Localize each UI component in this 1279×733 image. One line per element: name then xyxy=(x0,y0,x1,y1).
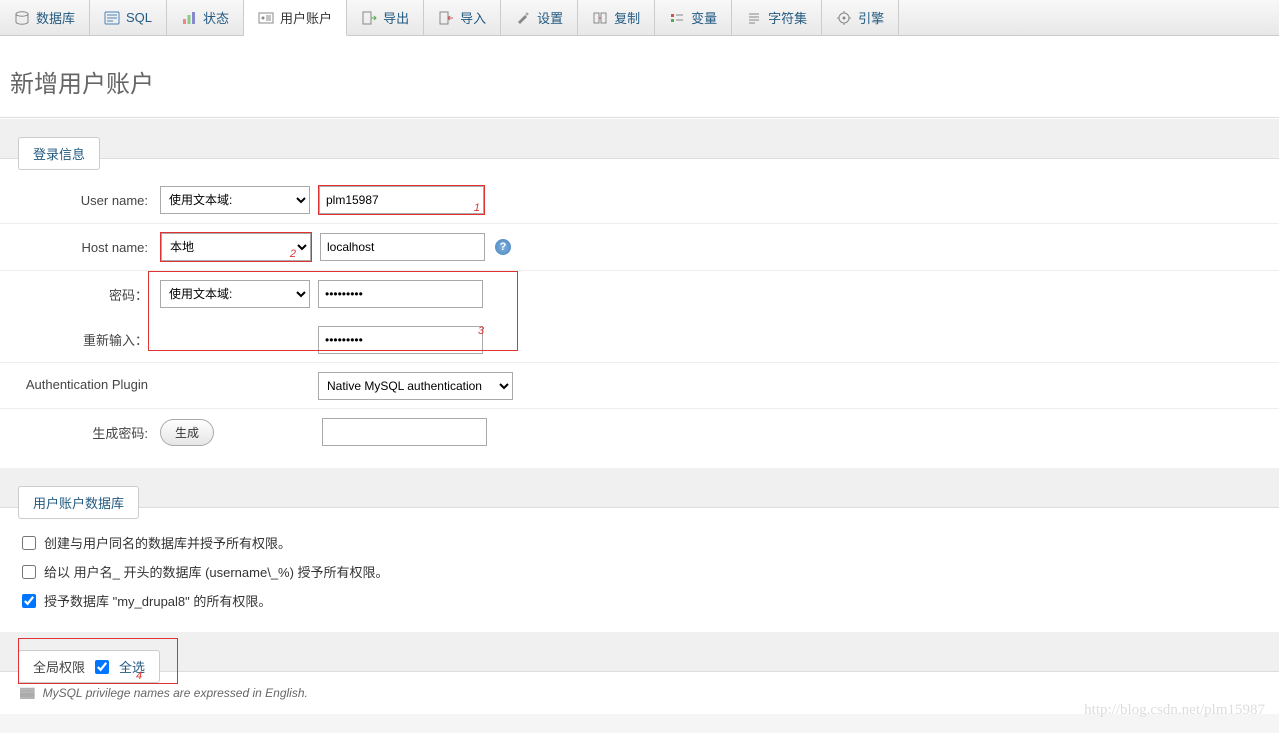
replication-icon xyxy=(592,10,608,26)
checkbox-specific-db[interactable] xyxy=(22,594,36,608)
tab-label: SQL xyxy=(126,10,152,25)
row-username: User name: 使用文本域: 1 xyxy=(0,177,1279,224)
label-retype: 重新输入： xyxy=(20,330,160,349)
tab-replication[interactable]: 复制 xyxy=(578,0,655,35)
tab-label: 设置 xyxy=(537,8,563,27)
tab-users[interactable]: 用户账户 xyxy=(244,0,347,36)
tab-label: 数据库 xyxy=(36,8,75,27)
tab-variables[interactable]: 变量 xyxy=(655,0,732,35)
user-icon xyxy=(258,10,274,26)
settings-icon xyxy=(515,10,531,26)
database-icon xyxy=(14,10,30,26)
checkbox-wildcard[interactable] xyxy=(22,565,36,579)
help-icon[interactable]: ? xyxy=(495,239,511,255)
tab-label: 字符集 xyxy=(768,8,807,27)
export-icon xyxy=(361,10,377,26)
login-legend: 登录信息 xyxy=(18,137,100,170)
annotation-3: 3 xyxy=(478,325,484,337)
tab-engines[interactable]: 引擎 xyxy=(822,0,899,35)
input-password[interactable] xyxy=(318,280,483,308)
checkbox-create-db[interactable] xyxy=(22,536,36,550)
tab-label: 变量 xyxy=(691,8,717,27)
checkbox-select-all[interactable] xyxy=(95,660,109,674)
tab-label: 导入 xyxy=(460,8,486,27)
tab-label: 导出 xyxy=(383,8,409,27)
top-tabs: 数据库 SQL 状态 用户账户 导出 导入 设置 xyxy=(0,0,1279,36)
select-authplugin[interactable]: Native MySQL authentication xyxy=(318,372,513,400)
watermark: http://blog.csdn.net/plm15987 xyxy=(1084,702,1265,719)
input-username[interactable] xyxy=(319,186,484,214)
tab-charsets[interactable]: 字符集 xyxy=(732,0,822,35)
tab-import[interactable]: 导入 xyxy=(424,0,501,35)
tab-settings[interactable]: 设置 xyxy=(501,0,578,35)
row-retype: 重新输入： xyxy=(0,317,1279,363)
annotation-1: 1 xyxy=(474,202,480,214)
select-username-mode[interactable]: 使用文本域: xyxy=(160,186,310,214)
row-hostname: Host name: 本地 2 ? xyxy=(0,224,1279,271)
check-row-specific-db: 授予数据库 "my_drupal8" 的所有权限。 xyxy=(22,586,1257,615)
global-priv-label: 全局权限 xyxy=(33,657,85,676)
annotation-4: 4 xyxy=(136,670,142,682)
check-row-create-db: 创建与用户同名的数据库并授予所有权限。 xyxy=(22,528,1257,557)
tab-database[interactable]: 数据库 xyxy=(0,0,90,35)
row-authplugin: Authentication Plugin Native MySQL authe… xyxy=(0,363,1279,409)
row-generate: 生成密码: 生成 xyxy=(0,409,1279,455)
check-row-wildcard: 给以 用户名_ 开头的数据库 (username\_%) 授予所有权限。 xyxy=(22,557,1257,586)
userdb-legend: 用户账户数据库 xyxy=(18,486,139,519)
label-authplugin: Authentication Plugin xyxy=(20,377,160,394)
variables-icon xyxy=(669,10,685,26)
userdb-fieldset: 用户账户数据库 创建与用户同名的数据库并授予所有权限。 给以 用户名_ 开头的数… xyxy=(0,467,1279,631)
page-title: 新增用户账户 xyxy=(0,36,1279,118)
tab-label: 用户账户 xyxy=(280,8,332,27)
privileges-note: MySQL privilege names are expressed in E… xyxy=(43,686,308,700)
row-password: 密码： 使用文本域: 3 xyxy=(0,271,1279,317)
import-icon xyxy=(438,10,454,26)
charset-icon xyxy=(746,10,762,26)
select-host-mode[interactable]: 本地 xyxy=(161,233,311,261)
label-username: User name: xyxy=(20,193,160,208)
check-label: 给以 用户名_ 开头的数据库 (username\_%) 授予所有权限。 xyxy=(44,562,389,581)
tab-label: 引擎 xyxy=(858,8,884,27)
tab-sql[interactable]: SQL xyxy=(90,0,167,35)
select-password-mode[interactable]: 使用文本域: xyxy=(160,280,310,308)
status-icon xyxy=(181,10,197,26)
tab-status[interactable]: 状态 xyxy=(167,0,244,35)
label-password: 密码： xyxy=(20,285,160,304)
engine-icon xyxy=(836,10,852,26)
check-label: 授予数据库 "my_drupal8" 的所有权限。 xyxy=(44,591,271,610)
generate-button[interactable]: 生成 xyxy=(160,419,214,446)
label-genpass: 生成密码: xyxy=(20,423,160,442)
input-hostname[interactable] xyxy=(320,233,485,261)
tab-label: 状态 xyxy=(203,8,229,27)
sql-icon xyxy=(104,10,120,26)
input-retype[interactable] xyxy=(318,326,483,354)
annotation-2: 2 xyxy=(290,248,296,260)
note-icon: ▓▓ xyxy=(20,688,35,699)
input-genpass[interactable] xyxy=(322,418,487,446)
tab-export[interactable]: 导出 xyxy=(347,0,424,35)
login-fieldset: 登录信息 User name: 使用文本域: 1 Host name: 本地 2 xyxy=(0,118,1279,467)
check-label: 创建与用户同名的数据库并授予所有权限。 xyxy=(44,533,291,552)
label-hostname: Host name: xyxy=(20,240,160,255)
tab-label: 复制 xyxy=(614,8,640,27)
